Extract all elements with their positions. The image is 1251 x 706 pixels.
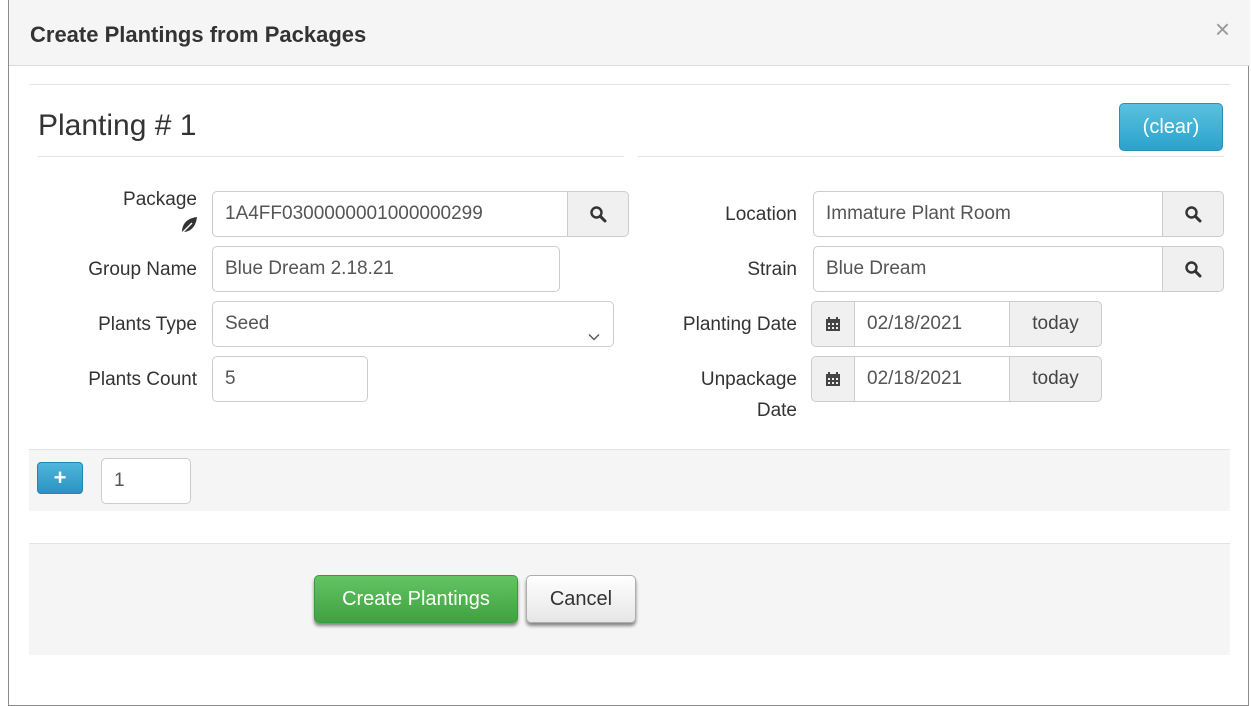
location-input[interactable]: Immature Plant Room (813, 191, 1163, 237)
search-icon (1184, 203, 1202, 224)
unpackage-date-label-line1: Unpackage (700, 369, 797, 390)
strain-label: Strain (747, 259, 797, 280)
group-name-input[interactable]: Blue Dream 2.18.21 (212, 246, 560, 292)
plants-type-value: Seed (225, 313, 270, 334)
group-name-label: Group Name (88, 259, 197, 280)
add-planting-button[interactable]: + (37, 462, 83, 494)
planting-date-calendar-addon[interactable] (811, 301, 855, 347)
clear-button[interactable]: (clear) (1119, 103, 1223, 151)
divider-left (38, 156, 624, 157)
modal-actions: Create Plantings Cancel (29, 543, 1230, 655)
cancel-button[interactable]: Cancel (526, 575, 636, 623)
package-label: Package (123, 189, 197, 210)
plants-type-label: Plants Type (98, 314, 197, 335)
calendar-icon (825, 368, 841, 389)
planting-date-input[interactable]: 02/18/2021 (854, 301, 1010, 347)
create-plantings-modal: Create Plantings from Packages × Plantin… (8, 0, 1250, 706)
unpackage-date-calendar-addon[interactable] (811, 356, 855, 402)
location-label: Location (725, 204, 797, 225)
planting-heading: Planting # 1 (38, 109, 197, 142)
plants-count-input[interactable]: 5 (212, 356, 368, 402)
chevron-down-icon (587, 317, 601, 346)
modal-header: Create Plantings from Packages × (9, 0, 1250, 66)
calendar-icon (825, 313, 841, 334)
search-icon (1184, 258, 1202, 279)
package-search-button[interactable] (567, 191, 629, 237)
divider-right (638, 156, 1224, 157)
strain-input[interactable]: Blue Dream (813, 246, 1163, 292)
plants-count-label: Plants Count (88, 369, 197, 390)
unpackage-date-today-button[interactable]: today (1009, 356, 1102, 402)
planting-date-label: Planting Date (682, 314, 797, 335)
location-search-button[interactable] (1162, 191, 1224, 237)
close-button[interactable]: × (1215, 16, 1230, 42)
strain-search-button[interactable] (1162, 246, 1224, 292)
package-input[interactable]: 1A4FF0300000001000000299 (212, 191, 568, 237)
unpackage-date-input[interactable]: 02/18/2021 (854, 356, 1010, 402)
leaf-icon (179, 215, 199, 235)
create-plantings-button[interactable]: Create Plantings (314, 575, 518, 623)
plants-type-select[interactable]: Seed (212, 301, 614, 347)
unpackage-date-label-line2: Date (756, 400, 797, 421)
planting-date-today-button[interactable]: today (1009, 301, 1102, 347)
search-icon (589, 203, 607, 224)
add-count-input[interactable]: 1 (101, 458, 191, 504)
planting-panel: Planting # 1 (clear) Package 1A4FF030000… (29, 84, 1230, 510)
plus-icon: + (53, 465, 67, 490)
modal-title: Create Plantings from Packages (30, 22, 367, 47)
add-planting-bar: + 1 (29, 449, 1230, 511)
